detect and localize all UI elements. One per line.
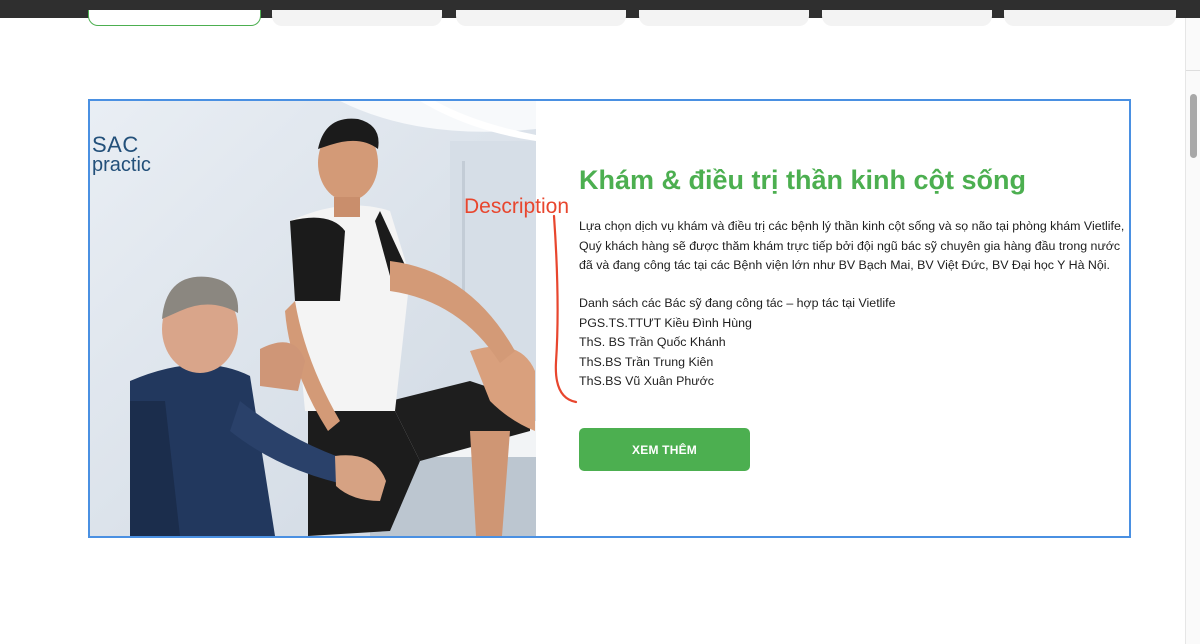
category-tab[interactable]	[822, 10, 992, 26]
vertical-scrollbar[interactable]	[1185, 18, 1200, 644]
service-photo: SAC practic	[90, 101, 536, 536]
see-more-button[interactable]: XEM THÊM	[579, 428, 750, 471]
annotation-bracket	[552, 214, 578, 404]
service-title: Khám & điều trị thần kinh cột sống	[579, 165, 1027, 195]
scrollbar-divider	[1186, 70, 1200, 71]
logo-text-line2: practic	[92, 153, 151, 176]
logo-text-line1: SAC	[92, 132, 139, 157]
doctor-item: ThS.BS Trần Trung Kiên	[579, 354, 714, 369]
sacpractic-logo: SAC practic	[92, 132, 151, 176]
service-description: Lựa chọn dịch vụ khám và điều trị các bệ…	[579, 219, 1125, 273]
category-tab[interactable]	[1004, 10, 1176, 26]
doctor-list-heading: Danh sách các Bác sỹ đang công tác – hợp…	[579, 296, 896, 310]
doctor-list: Danh sách các Bác sỹ đang công tác – hợp…	[579, 294, 895, 392]
doctor-item: ThS. BS Trần Quốc Khánh	[579, 335, 726, 350]
service-card: SAC practic Khám & điều trị thần kinh cộ…	[88, 99, 1131, 538]
category-tabs	[0, 10, 1185, 26]
category-tab[interactable]	[639, 10, 809, 26]
scrollbar-thumb[interactable]	[1190, 94, 1197, 158]
category-tab-active[interactable]	[88, 10, 261, 26]
category-tab[interactable]	[272, 10, 442, 26]
doctor-item: ThS.BS Vũ Xuân Phước	[579, 374, 714, 389]
physiotherapy-photo	[90, 101, 536, 536]
doctor-item: PGS.TS.TTƯT Kiều Đình Hùng	[579, 315, 752, 330]
category-tab[interactable]	[456, 10, 626, 26]
